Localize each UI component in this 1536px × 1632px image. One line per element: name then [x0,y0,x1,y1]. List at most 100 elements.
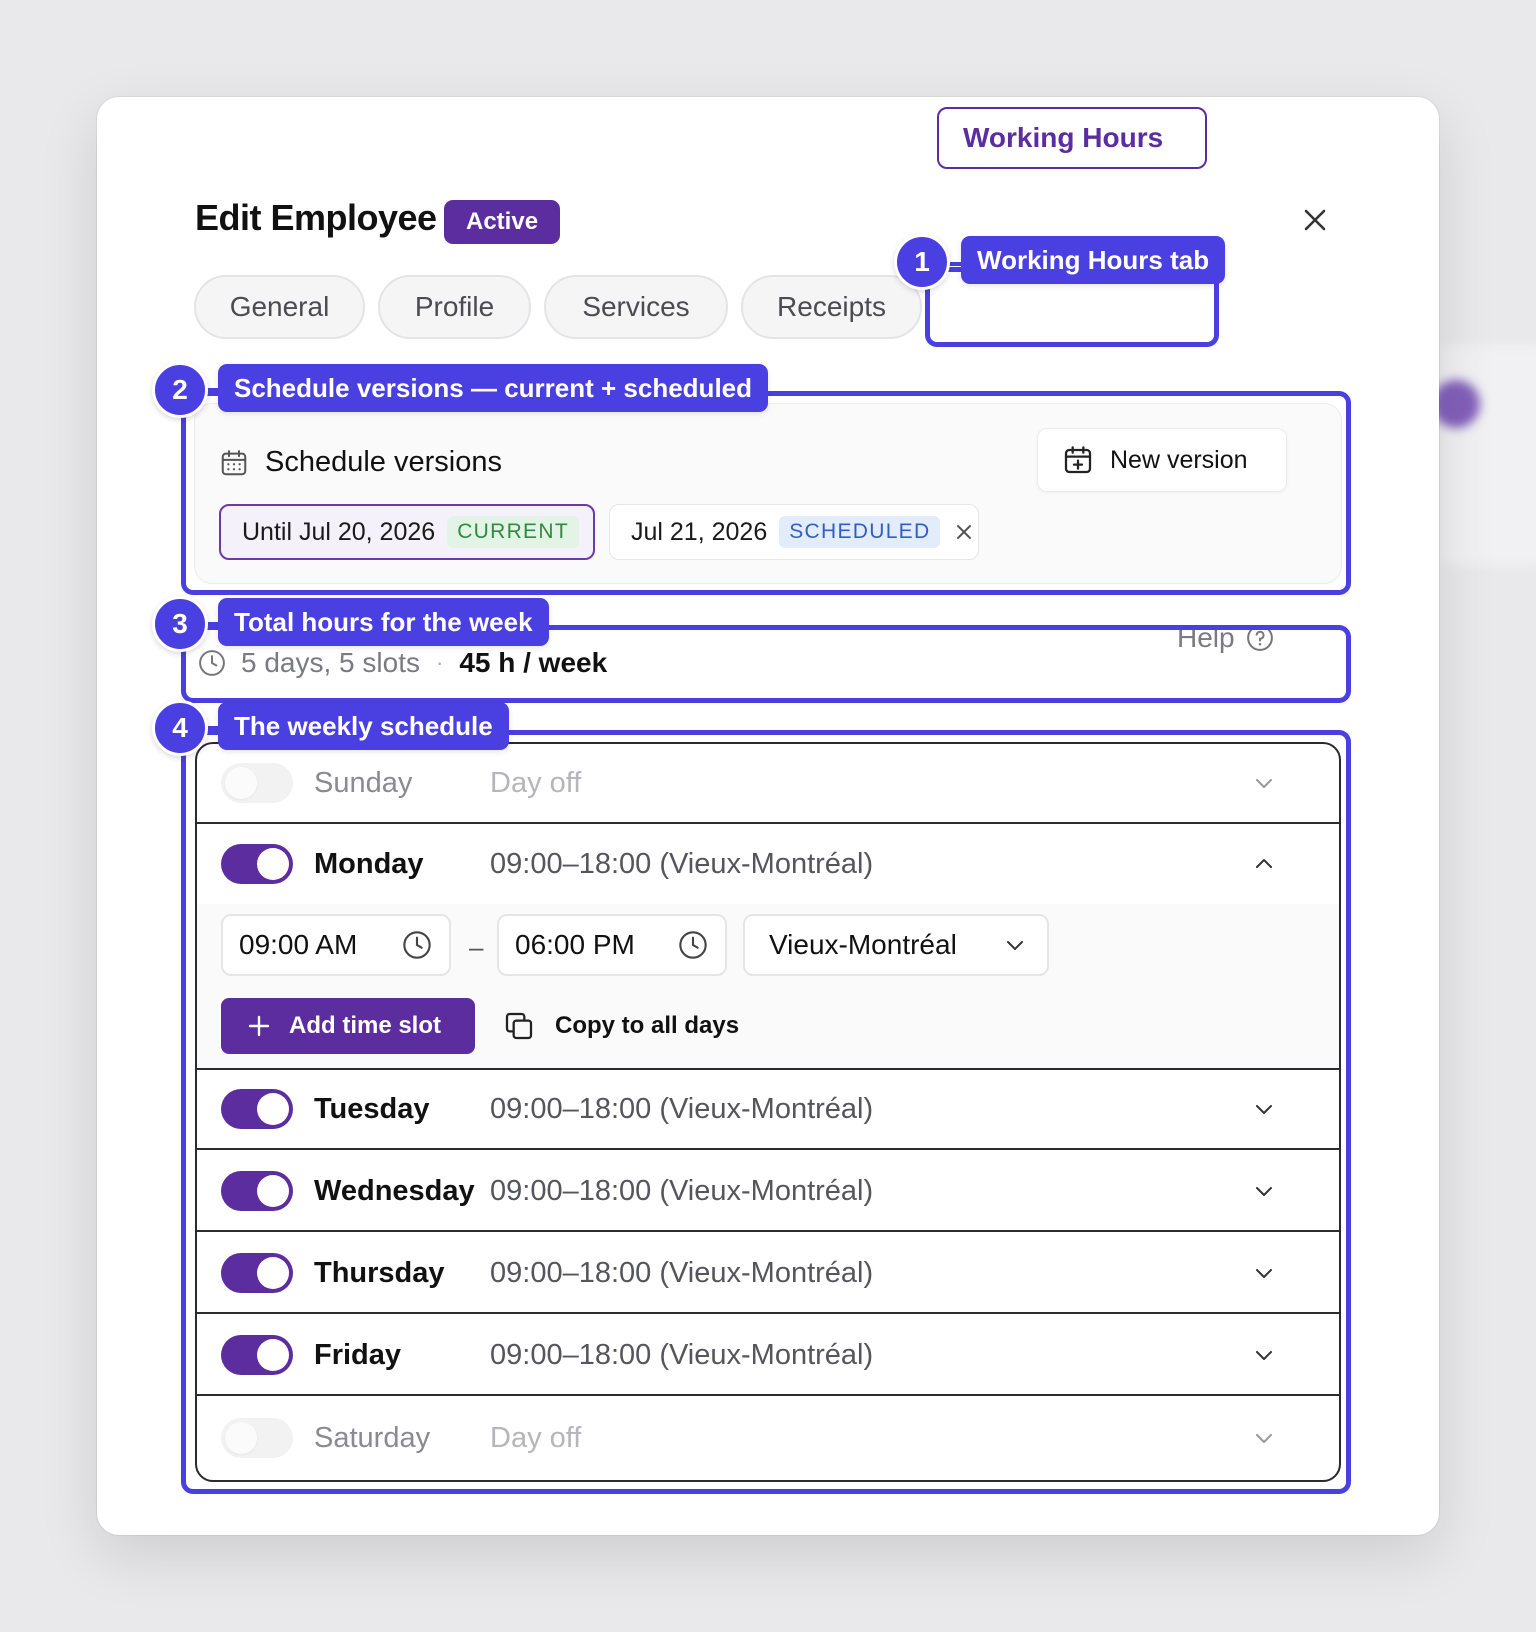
close-button[interactable] [1297,202,1333,238]
calendar-icon [221,450,247,476]
day-hours: 09:00–18:00 (Vieux-Montréal) [490,1338,874,1371]
schedule-versions-title: Schedule versions [265,446,502,478]
copy-to-all-days-button[interactable]: Copy to all days [503,998,739,1054]
chevron-up-icon [1256,859,1272,868]
remove-version-button[interactable] [956,524,972,540]
version-chip-current[interactable]: Until Jul 20, 2026 CURRENT [219,504,595,560]
tab-receipts[interactable]: Receipts [741,275,922,339]
help-circle-icon [1246,625,1273,651]
day-row-sunday: Sunday Day off [197,744,1339,824]
day-toggle-wednesday[interactable] [221,1171,293,1211]
expand-button[interactable] [1249,1423,1279,1453]
collapse-button[interactable] [1249,849,1279,879]
start-time-input[interactable]: 09:00 AM [221,914,451,976]
chevron-down-icon [1256,1105,1272,1114]
chevron-down-icon [1007,941,1023,950]
help-button[interactable]: Help [1177,622,1275,654]
annotation-number-1: 1 [894,234,950,290]
day-name: Monday [314,847,424,880]
annotation-label-4: The weekly schedule [218,702,509,750]
new-version-button[interactable]: New version [1037,428,1287,492]
background-button [1432,380,1480,428]
day-toggle-saturday[interactable] [221,1418,293,1458]
day-name: Thursday [314,1256,445,1289]
day-row-wednesday: Wednesday 09:00–18:00 (Vieux-Montréal) [197,1152,1339,1232]
annotation-number-4: 4 [152,700,208,756]
day-hours: Day off [490,766,582,799]
day-hours: 09:00–18:00 (Vieux-Montréal) [490,1256,874,1289]
day-row-saturday: Saturday Day off [197,1398,1339,1478]
day-hours: Day off [490,1421,582,1454]
tab-services[interactable]: Services [544,275,728,339]
day-toggle-friday[interactable] [221,1335,293,1375]
tab-working-hours[interactable]: Working Hours [937,107,1207,169]
clock-icon[interactable] [677,929,709,961]
weekly-schedule: Sunday Day off Monday 09:00–18:00 (Vieux… [195,742,1341,1482]
location-value: Vieux-Montréal [769,929,957,960]
day-toggle-monday[interactable] [221,844,293,884]
plus-icon [248,1015,270,1037]
annotation-label-1: Working Hours tab [961,236,1226,284]
days-slots-count: 5 days, 5 slots [241,647,420,678]
expand-button[interactable] [1249,1094,1279,1124]
start-time-value: 09:00 AM [239,929,358,960]
end-time-input[interactable]: 06:00 PM [497,914,727,976]
day-name: Wednesday [314,1174,475,1207]
copy-to-all-days-label: Copy to all days [555,1012,740,1039]
day-hours: 09:00–18:00 (Vieux-Montréal) [490,1092,874,1125]
annotation-number-3: 3 [152,596,208,652]
version-date: Until Jul 20, 2026 [242,517,436,546]
chevron-down-icon [1256,1187,1272,1196]
day-name: Sunday [314,766,413,799]
day-toggle-thursday[interactable] [221,1253,293,1293]
location-select[interactable]: Vieux-Montréal [743,914,1049,976]
day-name: Friday [314,1338,402,1371]
schedule-versions-card: Schedule versions New version Until Jul … [194,403,1342,584]
chevron-down-icon [1256,779,1272,788]
add-time-slot-button[interactable]: Add time slot [221,998,475,1054]
day-toggle-sunday[interactable] [221,763,293,803]
monday-slot-editor: 09:00 AM – 06:00 PM Vieux-Montréal Add t… [197,904,1339,1070]
dialog-title: Edit Employee [195,197,437,238]
chevron-down-icon [1256,1269,1272,1278]
edit-employee-dialog: Edit Employee Active General Profile Ser… [97,97,1439,1535]
clock-icon [199,650,225,676]
version-date: Jul 21, 2026 [631,517,768,546]
expand-button[interactable] [1249,768,1279,798]
chevron-down-icon [1256,1434,1272,1443]
day-name: Saturday [314,1421,431,1454]
clock-icon[interactable] [401,929,433,961]
annotation-label-3: Total hours for the week [218,598,549,646]
day-row-monday: Monday 09:00–18:00 (Vieux-Montréal) [197,824,1339,904]
background-card [1440,345,1536,565]
scheduled-tag: SCHEDULED [779,516,941,548]
close-icon [1304,209,1326,231]
annotation-label-2: Schedule versions — current + scheduled [218,364,769,412]
total-hours: 45 h / week [459,647,608,678]
expand-button[interactable] [1249,1340,1279,1370]
chevron-down-icon [1256,1351,1272,1360]
end-time-value: 06:00 PM [515,929,635,960]
calendar-plus-icon [1064,446,1092,474]
add-time-slot-label: Add time slot [289,1012,442,1039]
tab-general[interactable]: General [194,275,365,339]
tab-profile[interactable]: Profile [378,275,531,339]
close-icon [957,525,972,539]
status-badge: Active [444,200,561,244]
separator: · [435,650,444,675]
expand-button[interactable] [1249,1258,1279,1288]
copy-icon [505,1012,533,1040]
help-label: Help [1177,622,1235,653]
version-chip-scheduled[interactable]: Jul 21, 2026 SCHEDULED [609,504,979,560]
new-version-label: New version [1110,445,1248,474]
time-separator: – [469,932,484,962]
day-toggle-tuesday[interactable] [221,1089,293,1129]
day-hours: 09:00–18:00 (Vieux-Montréal) [490,1174,874,1207]
day-row-friday: Friday 09:00–18:00 (Vieux-Montréal) [197,1316,1339,1396]
expand-button[interactable] [1249,1176,1279,1206]
day-name: Tuesday [314,1092,430,1125]
day-row-tuesday: Tuesday 09:00–18:00 (Vieux-Montréal) [197,1070,1339,1150]
current-tag: CURRENT [447,516,579,548]
day-hours: 09:00–18:00 (Vieux-Montréal) [490,847,874,880]
annotation-number-2: 2 [152,362,208,418]
